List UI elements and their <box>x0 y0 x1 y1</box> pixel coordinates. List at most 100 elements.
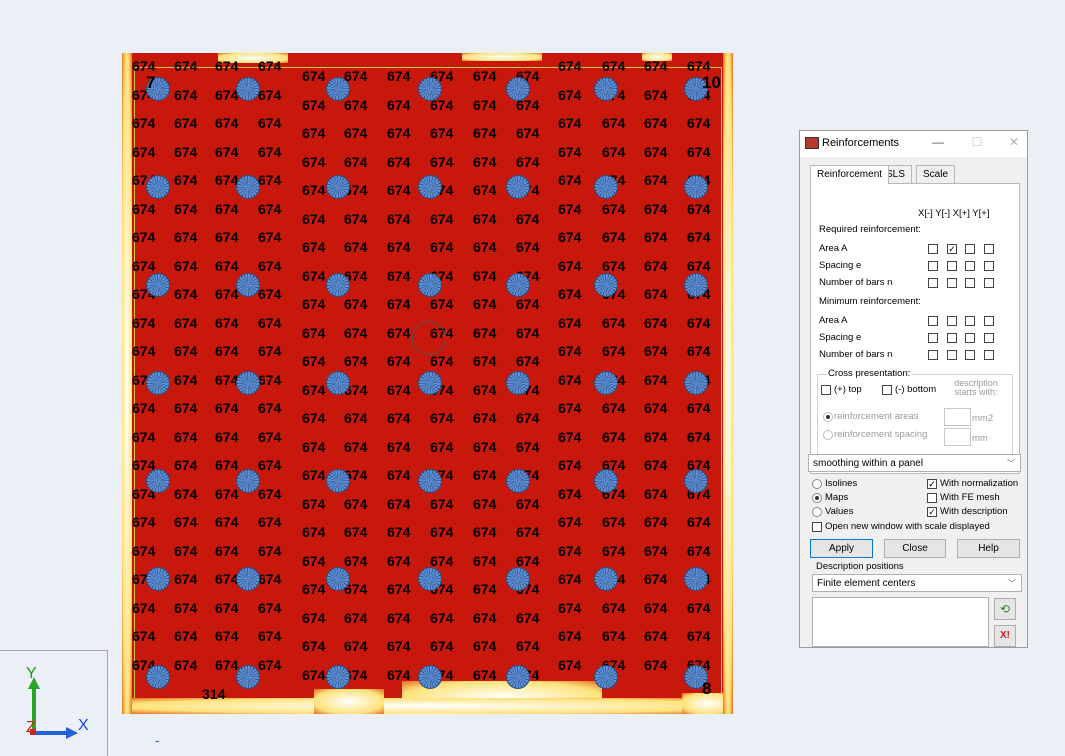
reinforcement-checkbox[interactable] <box>947 350 957 360</box>
column-support-icon[interactable] <box>418 273 442 297</box>
column-support-icon[interactable] <box>236 469 260 493</box>
reinforcement-checkbox[interactable] <box>984 244 994 254</box>
reinforcement-checkbox[interactable] <box>928 316 938 326</box>
reinforcement-checkbox[interactable] <box>928 333 938 343</box>
help-button[interactable]: Help <box>957 539 1020 558</box>
column-support-icon[interactable] <box>506 273 530 297</box>
smoothing-select[interactable]: smoothing within a panel ﹀ <box>808 454 1021 472</box>
reinforcement-checkbox[interactable] <box>965 278 975 288</box>
dialog-titlebar[interactable]: Reinforcements — ☐ ✕ <box>800 131 1027 157</box>
column-support-icon[interactable] <box>418 175 442 199</box>
column-support-icon[interactable] <box>146 175 170 199</box>
column-support-icon[interactable] <box>418 469 442 493</box>
values-radio[interactable] <box>812 507 822 517</box>
area-prefix-input[interactable] <box>944 408 971 426</box>
column-support-icon[interactable] <box>236 273 260 297</box>
description-checkbox[interactable]: ✓ <box>927 507 937 517</box>
reinforcement-checkbox[interactable] <box>928 261 938 271</box>
column-support-icon[interactable] <box>594 469 618 493</box>
column-support-icon[interactable] <box>146 567 170 591</box>
reinforcement-checkbox[interactable] <box>947 316 957 326</box>
column-support-icon[interactable] <box>684 371 708 395</box>
reinforcement-checkbox[interactable] <box>965 350 975 360</box>
spacing-prefix-input[interactable] <box>944 428 971 446</box>
column-support-icon[interactable] <box>418 77 442 101</box>
column-support-icon[interactable] <box>326 273 350 297</box>
column-support-icon[interactable] <box>236 567 260 591</box>
new-window-checkbox[interactable] <box>812 522 822 532</box>
reinforcement-checkbox[interactable] <box>947 261 957 271</box>
apply-button[interactable]: Apply <box>810 539 873 558</box>
reinforcement-checkbox[interactable] <box>928 350 938 360</box>
column-support-icon[interactable] <box>326 567 350 591</box>
column-support-icon[interactable] <box>684 273 708 297</box>
column-support-icon[interactable] <box>594 273 618 297</box>
column-support-icon[interactable] <box>326 371 350 395</box>
column-support-icon[interactable] <box>594 665 618 689</box>
clear-icon[interactable]: X! <box>994 625 1016 647</box>
reinforcement-checkbox[interactable] <box>928 278 938 288</box>
column-support-icon[interactable] <box>594 175 618 199</box>
column-support-icon[interactable] <box>146 273 170 297</box>
reinforcement-checkbox[interactable] <box>984 350 994 360</box>
reinforcement-checkbox[interactable] <box>965 333 975 343</box>
column-support-icon[interactable] <box>506 469 530 493</box>
top-checkbox[interactable] <box>821 385 831 395</box>
column-support-icon[interactable] <box>236 665 260 689</box>
column-support-icon[interactable] <box>594 371 618 395</box>
isolines-radio[interactable] <box>812 479 822 489</box>
tab-scale[interactable]: Scale <box>916 165 956 183</box>
reinforcement-checkbox[interactable] <box>947 333 957 343</box>
column-support-icon[interactable] <box>236 371 260 395</box>
reinforcement-checkbox[interactable] <box>965 261 975 271</box>
column-support-icon[interactable] <box>326 469 350 493</box>
column-support-icon[interactable] <box>594 567 618 591</box>
areas-radio[interactable] <box>823 412 833 422</box>
refresh-icon[interactable]: ⟲ <box>994 598 1016 620</box>
column-support-icon[interactable] <box>236 175 260 199</box>
description-positions-select[interactable]: Finite element centers ﹀ <box>812 574 1022 592</box>
tab-reinforcement[interactable]: Reinforcement <box>810 165 890 184</box>
maximize-icon[interactable]: ☐ <box>966 135 988 149</box>
close-window-icon[interactable]: ✕ <box>1003 135 1025 149</box>
spacing-radio[interactable] <box>823 430 833 440</box>
reinforcement-checkbox[interactable] <box>947 278 957 288</box>
description-text-area[interactable] <box>812 597 989 647</box>
column-support-icon[interactable] <box>146 469 170 493</box>
maps-radio[interactable] <box>812 493 822 503</box>
close-button[interactable]: Close <box>884 539 946 558</box>
column-support-icon[interactable] <box>326 665 350 689</box>
column-support-icon[interactable] <box>506 371 530 395</box>
column-support-icon[interactable] <box>506 665 530 689</box>
column-support-icon[interactable] <box>506 567 530 591</box>
column-support-icon[interactable] <box>236 77 260 101</box>
bottom-checkbox[interactable] <box>882 385 892 395</box>
column-support-icon[interactable] <box>418 567 442 591</box>
reinforcement-checkbox[interactable] <box>984 333 994 343</box>
reinforcement-checkbox[interactable] <box>984 316 994 326</box>
minimize-icon[interactable]: — <box>927 135 949 149</box>
column-support-icon[interactable] <box>594 77 618 101</box>
reinforcement-checkbox[interactable] <box>984 278 994 288</box>
column-support-icon[interactable] <box>684 567 708 591</box>
column-support-icon[interactable] <box>326 175 350 199</box>
column-support-icon[interactable] <box>684 469 708 493</box>
normalization-checkbox[interactable]: ✓ <box>927 479 937 489</box>
column-support-icon[interactable] <box>146 665 170 689</box>
column-support-icon[interactable] <box>506 77 530 101</box>
reinforcement-checkbox[interactable] <box>928 244 938 254</box>
column-support-icon[interactable] <box>506 175 530 199</box>
column-support-icon[interactable] <box>684 175 708 199</box>
map-value-label: 674 <box>687 428 711 445</box>
column-support-icon[interactable] <box>326 77 350 101</box>
column-support-icon[interactable] <box>418 665 442 689</box>
reinforcement-map[interactable]: 674 674 674 674 674 674 674 674 674 674 674 674 674 6… <box>122 53 733 714</box>
reinforcement-checkbox[interactable] <box>965 316 975 326</box>
column-support-icon[interactable] <box>418 371 442 395</box>
reinforcement-checkbox[interactable]: ✓ <box>947 244 957 254</box>
reinforcement-checkbox[interactable] <box>965 244 975 254</box>
map-value-label: 674 <box>687 400 711 416</box>
reinforcement-checkbox[interactable] <box>984 261 994 271</box>
column-support-icon[interactable] <box>146 371 170 395</box>
fe-mesh-checkbox[interactable] <box>927 493 937 503</box>
